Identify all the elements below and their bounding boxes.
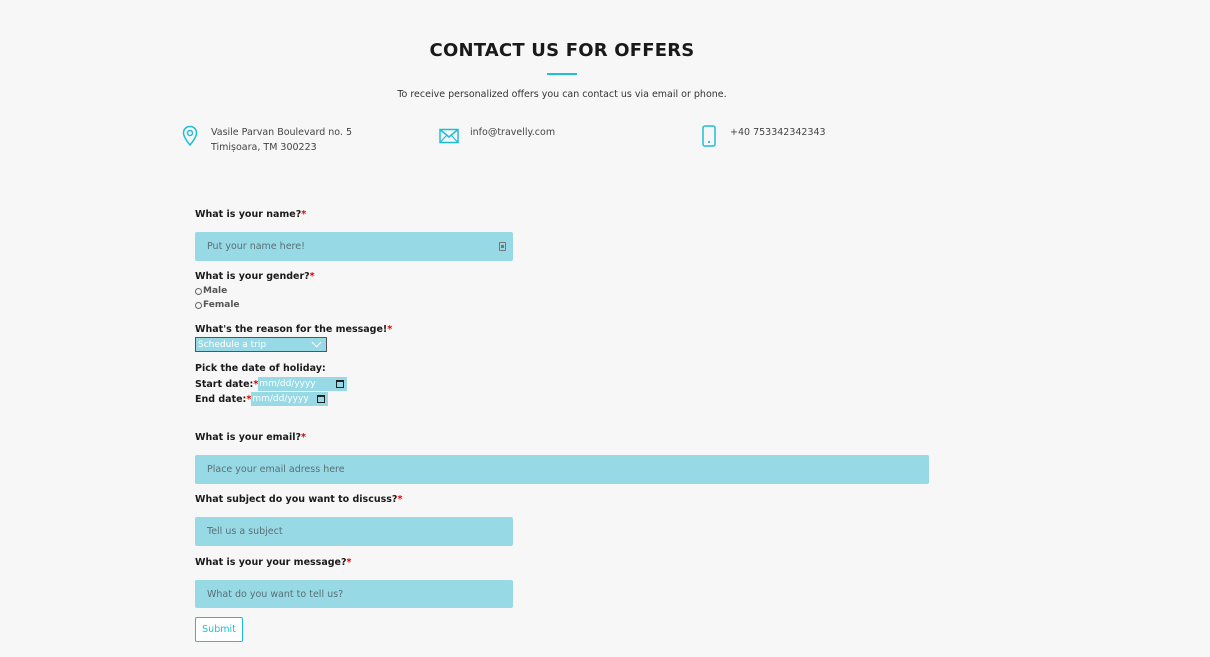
subject-placeholder: Tell us a subject xyxy=(207,526,283,537)
subject-label: What subject do you want to discuss?* xyxy=(195,494,403,505)
end-date-row: End date: * mm/dd/yyyy xyxy=(195,392,329,406)
chevron-down-icon xyxy=(311,337,322,348)
calendar-icon[interactable] xyxy=(336,380,345,388)
title-underline xyxy=(547,73,577,75)
page-title: CONTACT US FOR OFFERS xyxy=(429,40,695,61)
calendar-icon[interactable] xyxy=(317,395,326,403)
end-date-input[interactable]: mm/dd/yyyy xyxy=(251,392,329,406)
gender-option-female[interactable]: Female xyxy=(195,300,240,310)
email-label: What is your email?* xyxy=(195,432,306,443)
required-mark: * xyxy=(309,271,315,282)
required-mark: * xyxy=(301,209,307,220)
start-date-row: Start date: * mm/dd/yyyy xyxy=(195,377,348,391)
envelope-icon xyxy=(439,128,459,144)
location-pin-icon xyxy=(182,125,198,147)
email-info: info@travelly.com xyxy=(439,125,555,147)
page-subtitle: To receive personalized offers you can c… xyxy=(397,89,727,100)
start-date-label: Start date: xyxy=(195,378,254,390)
reason-select[interactable]: Schedule a trip xyxy=(195,337,327,352)
message-label: What is your your message?* xyxy=(195,557,352,568)
end-date-label: End date: xyxy=(195,393,247,405)
male-radio[interactable] xyxy=(195,287,202,295)
gender-option-male[interactable]: Male xyxy=(195,286,227,296)
email-placeholder: Place your email adress here xyxy=(207,464,345,475)
submit-button[interactable]: Submit xyxy=(195,617,243,642)
subject-input[interactable]: Tell us a subject xyxy=(195,517,513,546)
required-mark: * xyxy=(397,494,403,505)
contact-phone[interactable]: +40 753342342343 xyxy=(730,125,826,140)
required-mark: * xyxy=(387,324,393,335)
address-info: Vasile Parvan Boulevard no. 5 Timișoara,… xyxy=(180,125,352,155)
email-input[interactable]: Place your email adress here xyxy=(195,455,929,484)
required-mark: * xyxy=(300,432,306,443)
reason-selected-value: Schedule a trip xyxy=(198,339,267,350)
phone-info: +40 753342342343 xyxy=(699,125,826,147)
start-date-input[interactable]: mm/dd/yyyy xyxy=(258,377,348,391)
name-placeholder: Put your name here! xyxy=(207,241,305,252)
name-label: What is your name?* xyxy=(195,209,307,220)
message-placeholder: What do you want to tell us? xyxy=(207,588,344,600)
address-line-2: Timișoara, TM 300223 xyxy=(211,142,317,153)
required-mark: * xyxy=(346,557,352,568)
contact-email[interactable]: info@travelly.com xyxy=(470,125,555,140)
message-input[interactable]: What do you want to tell us? xyxy=(195,580,513,608)
reason-label: What's the reason for the message!* xyxy=(195,324,393,335)
autofill-icon xyxy=(499,242,506,251)
gender-label: What is your gender?* xyxy=(195,271,315,282)
mobile-phone-icon xyxy=(702,125,716,147)
name-input[interactable]: Put your name here! xyxy=(195,232,513,261)
address-line-1: Vasile Parvan Boulevard no. 5 xyxy=(211,127,353,138)
female-radio[interactable] xyxy=(195,301,202,309)
holiday-label: Pick the date of holiday: xyxy=(195,363,326,374)
